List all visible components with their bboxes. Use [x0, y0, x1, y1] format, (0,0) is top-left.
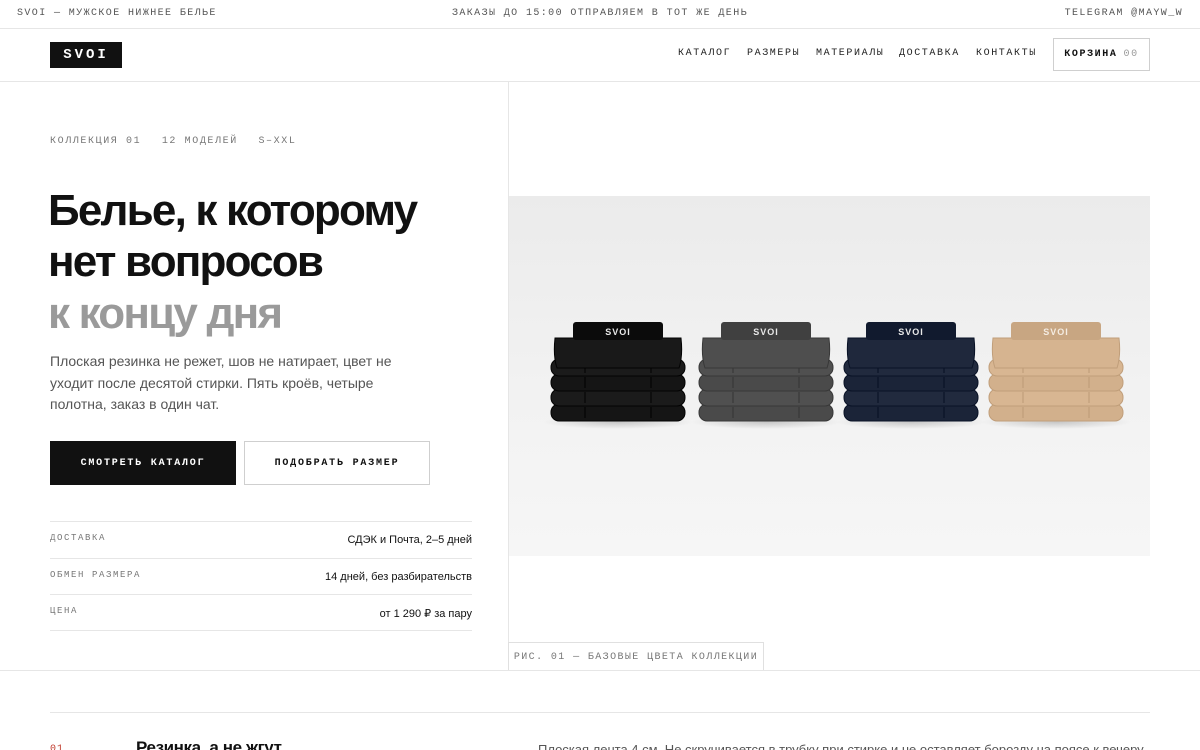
collection-label: КОЛЛЕКЦИЯ 01 — [50, 136, 142, 147]
underwear-stack: SVOI — [981, 322, 1131, 429]
hero-title-line-3: к концу дня — [48, 289, 283, 338]
logo[interactable]: SVOI — [50, 42, 122, 68]
section-divider — [0, 670, 1200, 671]
size-range: S–XXL — [258, 136, 297, 147]
underwear-stack: SVOI — [836, 322, 986, 429]
folded-layer — [843, 388, 979, 407]
underwear-stack: SVOI — [691, 322, 841, 429]
underwear-stack: SVOI — [543, 322, 693, 429]
folded-layer — [988, 403, 1124, 422]
models-count: 12 МОДЕЛЕЙ — [161, 136, 238, 147]
nav-contacts[interactable]: КОНТАКТЫ — [976, 48, 1037, 59]
waistband-brand-label: SVOI — [605, 327, 631, 337]
fact-exchange: ОБМЕН РАЗМЕРА 14 дней, без разбирательст… — [50, 557, 472, 595]
waistband-brand-label: SVOI — [753, 327, 779, 337]
folded-layer — [550, 388, 686, 407]
folded-layer — [698, 403, 834, 422]
folded-layer — [698, 373, 834, 392]
folded-layer — [843, 403, 979, 422]
shipping-notice: ЗАКАЗЫ ДО 15:00 ОТПРАВЛЯЕМ В ТОТ ЖЕ ДЕНЬ — [451, 8, 749, 19]
nav-sizes[interactable]: РАЗМЕРЫ — [747, 48, 800, 59]
top-garment — [701, 337, 831, 369]
hero-title-line-2: нет вопросов — [48, 237, 324, 286]
folded-layer — [698, 388, 834, 407]
top-garment — [846, 337, 976, 369]
fact-label: ОБМЕН РАЗМЕРА — [50, 569, 142, 580]
folded-layer — [550, 403, 686, 422]
top-garment — [991, 337, 1121, 369]
view-catalog-button[interactable]: СМОТРЕТЬ КАТАЛОГ — [50, 441, 236, 485]
section-text: Плоская лента 4 см. Не скручивается в тр… — [538, 742, 1146, 750]
fact-value: 14 дней, без разбирательств — [325, 570, 472, 583]
fact-label: ЦЕНА — [50, 606, 79, 616]
section-rule — [50, 712, 1150, 713]
underwear-stacks-illustration: SVOI SVOI SVOI SVOI — [543, 322, 1131, 429]
telegram-link[interactable]: TELEGRAM @MAYW_W — [1065, 8, 1183, 19]
nav-delivery[interactable]: ДОСТАВКА — [899, 48, 960, 59]
product-photo: SVOI SVOI SVOI SVOI — [509, 196, 1150, 556]
nav-catalog[interactable]: КАТАЛОГ — [678, 48, 731, 59]
cart-label: КОРЗИНА — [1064, 49, 1118, 60]
section-number: 01 — [50, 744, 65, 750]
waistband-brand-label: SVOI — [1043, 327, 1069, 337]
figure-caption: РИС. 01 — БАЗОВЫЕ ЦВЕТА КОЛЛЕКЦИИ — [508, 642, 764, 671]
hero-title-line-1: Белье, к которому — [48, 186, 418, 235]
folded-layer — [988, 373, 1124, 392]
cart-button[interactable]: КОРЗИНА 00 — [1053, 38, 1150, 71]
fact-price: ЦЕНА от 1 290 ₽ за пару — [50, 594, 472, 631]
facts-list: ДОСТАВКА СДЭК и Почта, 2–5 дней ОБМЕН РА… — [50, 521, 472, 631]
cart-count: 00 — [1123, 49, 1139, 60]
size-finder-button[interactable]: ПОДОБРАТЬ РАЗМЕР — [244, 441, 430, 485]
fact-value: СДЭК и Почта, 2–5 дней — [347, 534, 472, 546]
hero-lead: Плоская резинка не режет, шов не натирае… — [50, 353, 392, 412]
announcement-bar: SVOI — МУЖСКОЕ НИЖНЕЕ БЕЛЬЕ ЗАКАЗЫ ДО 15… — [0, 0, 1200, 29]
fact-delivery: ДОСТАВКА СДЭК и Почта, 2–5 дней — [50, 521, 472, 558]
folded-layer — [988, 388, 1124, 407]
top-garment — [553, 337, 683, 369]
fact-label: ДОСТАВКА — [50, 533, 107, 543]
section-title: Резинка, а не жгут — [136, 738, 282, 750]
waistband-brand-label: SVOI — [898, 327, 924, 337]
folded-layer — [550, 373, 686, 392]
collection-meta: КОЛЛЕКЦИЯ 01 12 МОДЕЛЕЙ S–XXL — [50, 136, 309, 147]
site-header: SVOI КАТАЛОГ РАЗМЕРЫ МАТЕРИАЛЫ ДОСТАВКА … — [0, 29, 1200, 82]
folded-layer — [843, 373, 979, 392]
fact-value: от 1 290 ₽ за пару — [379, 608, 472, 620]
nav-materials[interactable]: МАТЕРИАЛЫ — [816, 48, 884, 59]
